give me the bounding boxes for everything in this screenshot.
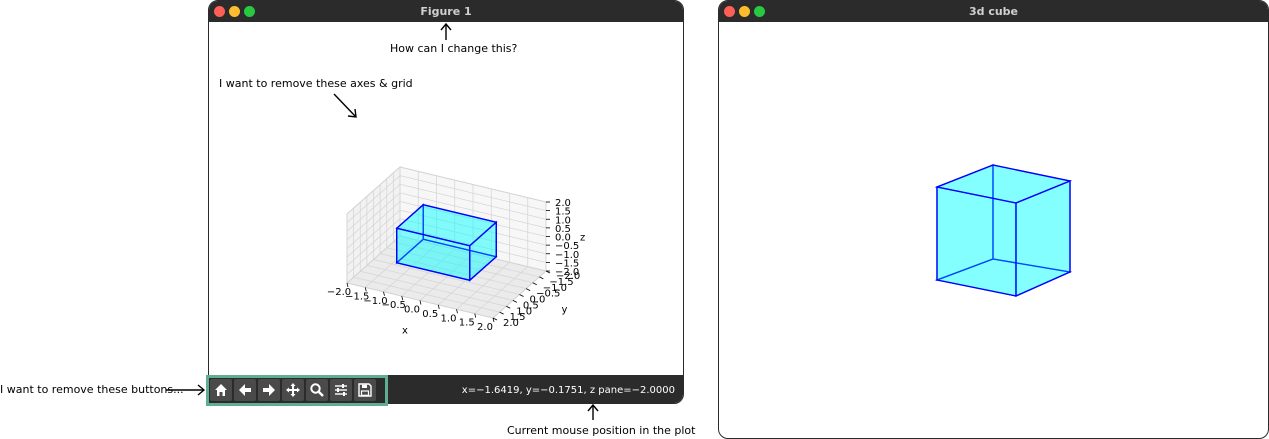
figure-title: Figure 1: [420, 5, 472, 18]
arrow-left-icon: [239, 384, 251, 396]
figure-titlebar[interactable]: Figure 1: [209, 1, 683, 22]
plot-3d-axes[interactable]: −2.0−2.0−2.0−1.5−1.5−1.5−1.0−1.0−1.0−0.5…: [209, 22, 683, 376]
cube-titlebar[interactable]: 3d cube: [719, 1, 1268, 22]
annotation-remove-buttons: I want to remove these buttons...: [0, 383, 184, 396]
x-tick-label: 1.0: [441, 313, 457, 324]
annotation-remove-axes: I want to remove these axes & grid: [219, 77, 413, 90]
annotation-mouse-position: Current mouse position in the plot: [507, 424, 696, 437]
y-tick: [532, 282, 537, 286]
minimize-button[interactable]: [739, 6, 750, 17]
x-tick-label: 0.0: [404, 305, 420, 316]
y-tick: [519, 294, 524, 297]
back-button[interactable]: [234, 379, 256, 401]
y-tick-label: 2.0: [503, 318, 519, 329]
arrow-right-icon: [263, 384, 275, 396]
y-tick: [506, 305, 511, 309]
sliders-icon: [335, 384, 347, 396]
y-tick: [512, 300, 518, 303]
minimize-button[interactable]: [229, 6, 240, 17]
pan-button[interactable]: [282, 379, 304, 401]
home-button[interactable]: [210, 379, 232, 401]
y-tick: [499, 311, 504, 315]
figure-window: Figure 1 −2.0 −2.0 −2.0 −1.5 −1.5 −1.5 −1.0 −1.…: [208, 0, 684, 404]
mouse-coordinates: x=−1.6419, y=−0.1751, z pane=−2.0000: [461, 385, 675, 396]
move-icon: [286, 383, 300, 397]
x-tick-label: −0.5: [382, 300, 406, 311]
cube-face: [936, 186, 1017, 297]
cube-window-title: 3d cube: [968, 5, 1019, 18]
z-tick-label: 2.0: [555, 198, 571, 209]
cube-window: 3d cube: [718, 0, 1269, 439]
x-axis-label: x: [402, 326, 408, 337]
navigation-toolbar: [206, 375, 388, 406]
close-button[interactable]: [214, 6, 225, 17]
y-tick: [525, 288, 531, 291]
x-tick-label: 0.5: [422, 309, 438, 320]
zoom-window-button[interactable]: [754, 6, 765, 17]
y-axis-label: y: [562, 305, 568, 316]
cube-canvas: [934, 164, 1073, 298]
search-icon: [310, 383, 324, 397]
z-axis-label: z: [580, 233, 585, 244]
configure-subplots-button[interactable]: [330, 379, 352, 401]
save-icon: [358, 383, 372, 397]
home-icon: [215, 384, 227, 396]
x-tick-label: 2.0: [477, 322, 493, 333]
close-button[interactable]: [724, 6, 735, 17]
zoom-button[interactable]: [306, 379, 328, 401]
annotation-title-question: How can I change this?: [390, 42, 518, 55]
save-button[interactable]: [354, 379, 376, 401]
zoom-window-button[interactable]: [244, 6, 255, 17]
forward-button[interactable]: [258, 379, 280, 401]
x-tick-label: 1.5: [459, 318, 475, 329]
y-tick: [539, 276, 544, 280]
